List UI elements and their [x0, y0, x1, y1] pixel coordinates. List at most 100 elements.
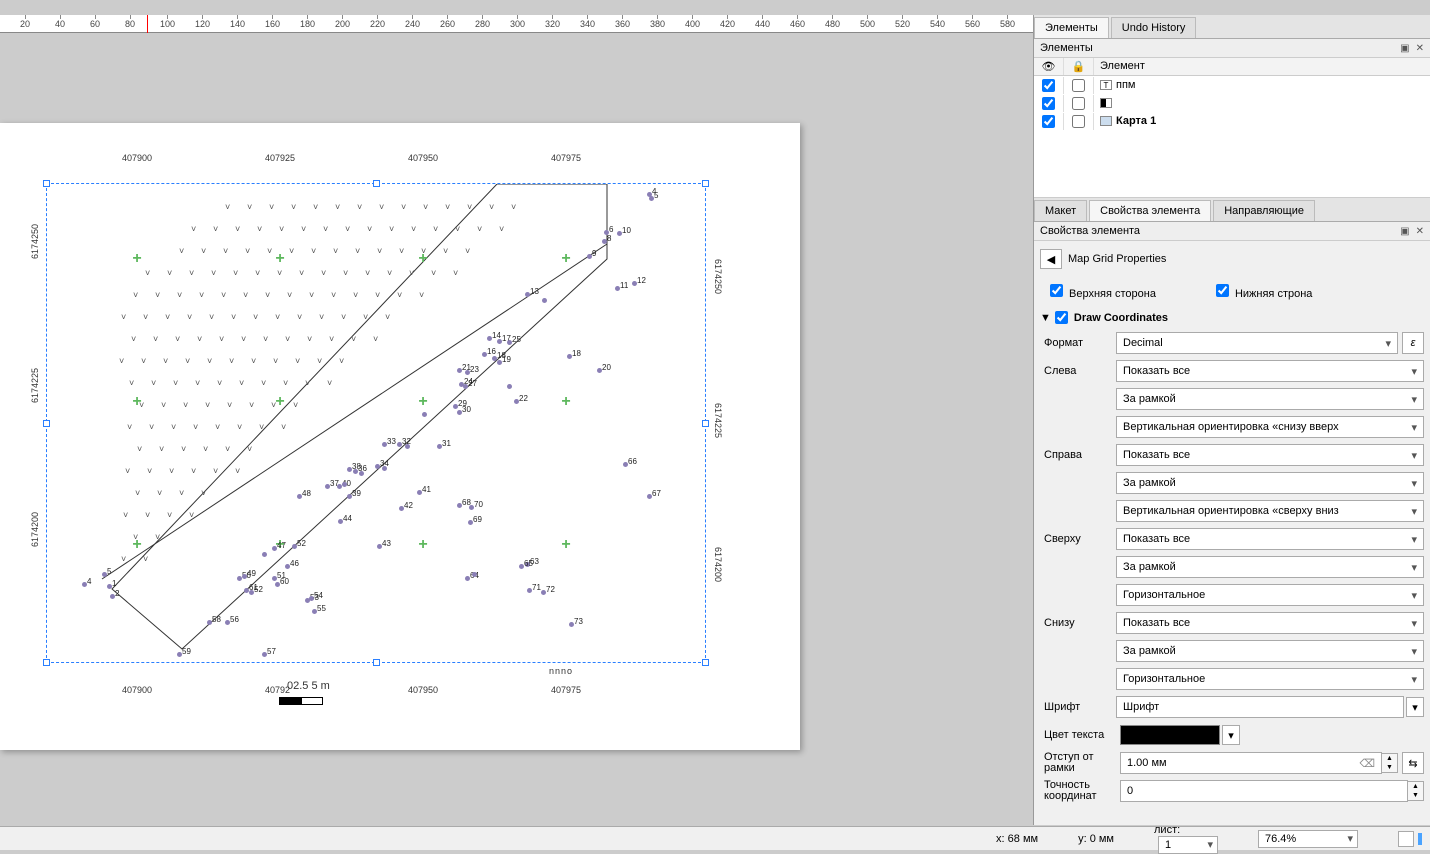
- visibility-checkbox[interactable]: [1042, 97, 1055, 110]
- offset-spinner[interactable]: ▲▼: [1382, 753, 1398, 773]
- right-display-select[interactable]: Показать все▾: [1116, 444, 1424, 466]
- fill-symbol: ˅: [489, 202, 494, 212]
- coord-bottom: 407975: [551, 685, 581, 695]
- left-orient-select[interactable]: Вертикальная ориентировка «снизу вверх▾: [1116, 416, 1424, 438]
- left-position-select[interactable]: За рамкой▾: [1116, 388, 1424, 410]
- bottom-display-select[interactable]: Показать все▾: [1116, 612, 1424, 634]
- fill-symbol: ˅: [327, 378, 332, 388]
- fill-symbol: ˅: [175, 334, 180, 344]
- top-display-select[interactable]: Показать все▾: [1116, 528, 1424, 550]
- map-point: [359, 471, 364, 476]
- element-row[interactable]: Карта 1: [1034, 112, 1430, 130]
- fill-symbol: ˅: [189, 510, 194, 520]
- fill-symbol: ˅: [339, 356, 344, 366]
- panel-close-icon[interactable]: ✕: [1416, 226, 1424, 237]
- coord-bottom: 407950: [408, 685, 438, 695]
- panel-dock-icon[interactable]: ▣: [1400, 43, 1409, 54]
- fill-symbol: ˅: [297, 312, 302, 322]
- fill-symbol: ˅: [373, 334, 378, 344]
- tab-undo-history[interactable]: Undo History: [1111, 17, 1197, 38]
- grid-cross-icon: +: [416, 538, 430, 552]
- map-point-label: 12: [637, 276, 646, 285]
- chk-draw-coordinates[interactable]: [1055, 311, 1068, 324]
- ruler-tick: 20: [20, 15, 30, 29]
- map-point-label: 41: [422, 485, 431, 494]
- fill-symbol: ˅: [235, 224, 240, 234]
- fill-symbol: ˅: [145, 510, 150, 520]
- fill-symbol: ˅: [333, 246, 338, 256]
- status-y: y: 0 мм: [1078, 833, 1114, 845]
- map-point-label: 30: [462, 405, 471, 414]
- canvas[interactable]: 407900 407925 407950 407975 407900 40792…: [0, 33, 1033, 823]
- fill-symbol: ˅: [197, 334, 202, 344]
- visibility-checkbox[interactable]: [1042, 115, 1055, 128]
- tab-layout[interactable]: Макет: [1034, 200, 1087, 221]
- panel-close-icon[interactable]: ✕: [1416, 43, 1424, 54]
- tab-guides[interactable]: Направляющие: [1213, 200, 1315, 221]
- zoom-select[interactable]: 76.4%: [1258, 830, 1358, 848]
- lock-checkbox[interactable]: [1072, 97, 1085, 110]
- right-orient-select[interactable]: Вертикальная ориентировка «сверху вниз▾: [1116, 500, 1424, 522]
- fill-symbol: ˅: [299, 268, 304, 278]
- offset-input[interactable]: 1.00 мм⌫: [1120, 752, 1382, 774]
- map-point-label: 2: [115, 589, 119, 598]
- back-button[interactable]: ◀: [1040, 249, 1062, 269]
- chk-top-side[interactable]: [1050, 284, 1063, 297]
- fill-symbol: ˅: [309, 290, 314, 300]
- top-position-select[interactable]: За рамкой▾: [1116, 556, 1424, 578]
- precision-spinner[interactable]: ▲▼: [1408, 781, 1424, 801]
- textcolor-swatch[interactable]: [1120, 725, 1220, 745]
- fill-symbol: ˅: [411, 224, 416, 234]
- bottom-position-select[interactable]: За рамкой▾: [1116, 640, 1424, 662]
- fill-symbol: ˅: [203, 444, 208, 454]
- element-row[interactable]: Tппм: [1034, 76, 1430, 94]
- status-sheet-label: лист:: [1154, 824, 1180, 836]
- lock-checkbox[interactable]: [1072, 79, 1085, 92]
- format-label: Формат: [1040, 337, 1116, 349]
- tab-item-properties[interactable]: Свойства элемента: [1089, 200, 1211, 221]
- map-point-label: 4: [87, 577, 91, 586]
- font-button[interactable]: Шрифт: [1116, 696, 1404, 718]
- format-select[interactable]: Decimal▾: [1116, 332, 1398, 354]
- precision-input[interactable]: 0: [1120, 780, 1408, 802]
- tab-elements[interactable]: Элементы: [1034, 17, 1109, 38]
- bottom-orient-select[interactable]: Горизонтальное▾: [1116, 668, 1424, 690]
- right-position-select[interactable]: За рамкой▾: [1116, 472, 1424, 494]
- map-point: [382, 466, 387, 471]
- data-defined-button[interactable]: ⇆: [1402, 752, 1424, 774]
- coord-top: 407900: [122, 153, 152, 163]
- fill-symbol: ˅: [145, 268, 150, 278]
- col-element-header: Элемент: [1094, 58, 1430, 75]
- panel-dock-icon[interactable]: ▣: [1400, 226, 1409, 237]
- ruler-tick: 120: [195, 15, 210, 29]
- clear-icon[interactable]: ⌫: [1359, 757, 1375, 770]
- zoom-slider-handle[interactable]: [1398, 831, 1414, 847]
- textcolor-dropdown-button[interactable]: ▾: [1222, 725, 1240, 745]
- fill-symbol: ˅: [329, 334, 334, 344]
- fill-symbol: ˅: [139, 400, 144, 410]
- fill-symbol: ˅: [243, 290, 248, 300]
- font-dropdown-button[interactable]: ▾: [1406, 697, 1424, 717]
- zoom-slider-track[interactable]: [1418, 833, 1422, 845]
- fill-symbol: ˅: [229, 356, 234, 366]
- map-point-label: 56: [230, 615, 239, 624]
- fill-symbol: ˅: [143, 312, 148, 322]
- ruler-tick: 380: [650, 15, 665, 29]
- fill-symbol: ˅: [129, 378, 134, 388]
- ruler-horizontal[interactable]: 2040608010012014016018020022024026028030…: [0, 15, 1033, 33]
- element-row[interactable]: [1034, 94, 1430, 112]
- fill-symbol: ˅: [277, 268, 282, 278]
- map-frame[interactable]: ++++++++++++ 456108911121314172516181918…: [46, 183, 706, 663]
- chk-bottom-side[interactable]: [1216, 284, 1229, 297]
- epsilon-button[interactable]: ε: [1402, 332, 1424, 354]
- left-display-select[interactable]: Показать все▾: [1116, 360, 1424, 382]
- lock-checkbox[interactable]: [1072, 115, 1085, 128]
- scalebar-ppm: nnno: [549, 666, 573, 676]
- top-orient-select[interactable]: Горизонтальное▾: [1116, 584, 1424, 606]
- collapse-icon[interactable]: ▼: [1040, 312, 1051, 324]
- fill-symbol: ˅: [231, 312, 236, 322]
- fill-symbol: ˅: [245, 246, 250, 256]
- fill-symbol: ˅: [167, 268, 172, 278]
- sheet-select[interactable]: 1: [1158, 836, 1218, 854]
- visibility-checkbox[interactable]: [1042, 79, 1055, 92]
